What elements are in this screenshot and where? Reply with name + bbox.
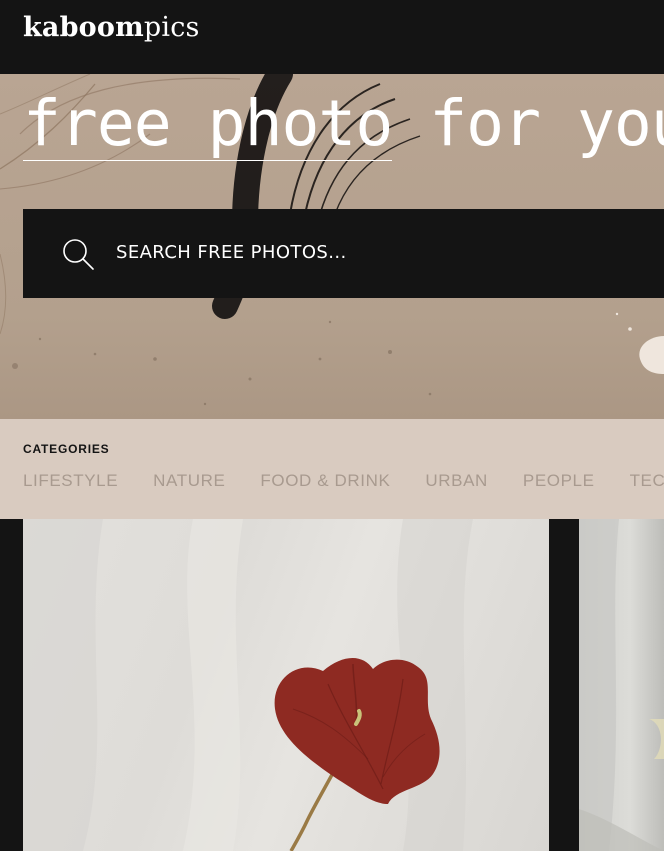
search-bar[interactable]: SEARCH FREE PHOTOS... xyxy=(23,209,664,298)
flower-photo xyxy=(23,519,473,851)
category-people[interactable]: PEOPLE xyxy=(523,471,595,491)
category-food-drink[interactable]: FOOD & DRINK xyxy=(260,471,390,491)
categories-heading: CATEGORIES xyxy=(23,442,110,456)
kaboompics-logo[interactable]: kaboompics xyxy=(23,12,200,44)
categories-list: LIFESTYLE NATURE FOOD & DRINK URBAN PEOP… xyxy=(23,471,664,491)
logo-light-part: pics xyxy=(143,12,200,43)
photo-card-flower[interactable] xyxy=(23,519,549,851)
photo-card-second[interactable] xyxy=(579,519,664,851)
hero-title: free photo for you xyxy=(23,87,664,161)
category-nature[interactable]: NATURE xyxy=(153,471,225,491)
top-navigation-bar: kaboompics xyxy=(0,0,664,74)
category-urban[interactable]: URBAN xyxy=(425,471,488,491)
hero-title-rest: for you xyxy=(392,87,664,160)
search-input[interactable]: SEARCH FREE PHOTOS... xyxy=(116,240,347,266)
search-icon[interactable] xyxy=(61,237,95,271)
category-lifestyle[interactable]: LIFESTYLE xyxy=(23,471,118,491)
categories-bar: CATEGORIES LIFESTYLE NATURE FOOD & DRINK… xyxy=(0,419,664,519)
logo-bold-part: kaboom xyxy=(23,12,144,43)
category-technology[interactable]: TECHN xyxy=(630,471,664,491)
second-photo xyxy=(579,519,664,851)
hero-title-underlined: free photo xyxy=(23,87,393,161)
hero-banner: free photo for you SEARCH FREE PHOTOS... xyxy=(0,74,664,419)
